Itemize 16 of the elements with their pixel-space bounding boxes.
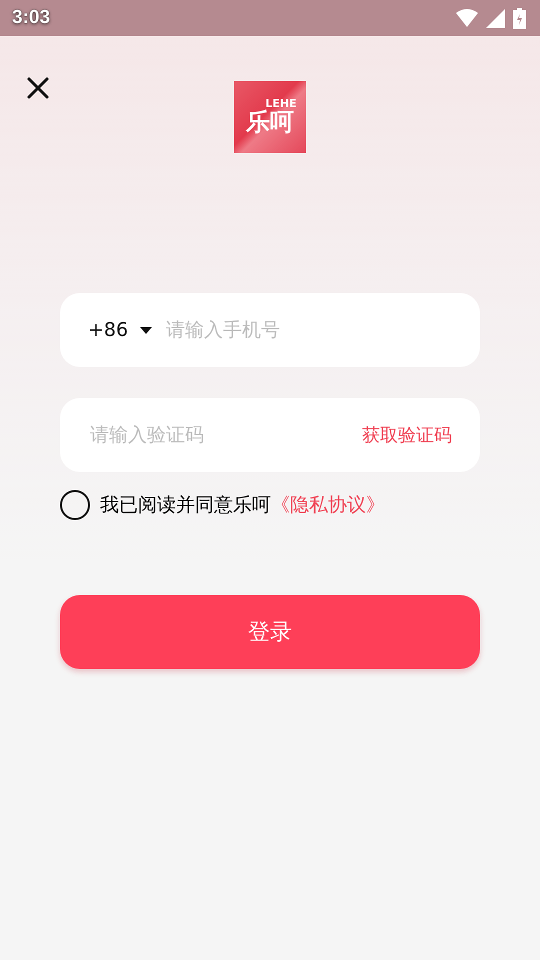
signal-icon bbox=[486, 8, 505, 28]
agreement-text: 我已阅读并同意乐呵 bbox=[100, 493, 271, 518]
login-button[interactable]: 登录 bbox=[60, 595, 480, 669]
agree-checkbox[interactable] bbox=[60, 490, 90, 520]
status-time: 3:03 bbox=[12, 7, 50, 29]
battery-icon bbox=[513, 8, 526, 28]
logo-mark: 乐呵 bbox=[246, 109, 294, 136]
close-button[interactable] bbox=[26, 76, 50, 100]
get-code-button[interactable]: 获取验证码 bbox=[362, 423, 452, 447]
country-code-dropdown[interactable]: +86 bbox=[88, 319, 152, 341]
caret-icon bbox=[140, 326, 152, 334]
wifi-icon bbox=[456, 9, 478, 27]
phone-field[interactable]: +86 请输入手机号 bbox=[60, 293, 480, 367]
code-field[interactable]: 请输入验证码 获取验证码 bbox=[60, 398, 480, 472]
privacy-link[interactable]: 《隐私协议》 bbox=[271, 492, 385, 518]
logo-brand: LEHE bbox=[265, 98, 297, 110]
